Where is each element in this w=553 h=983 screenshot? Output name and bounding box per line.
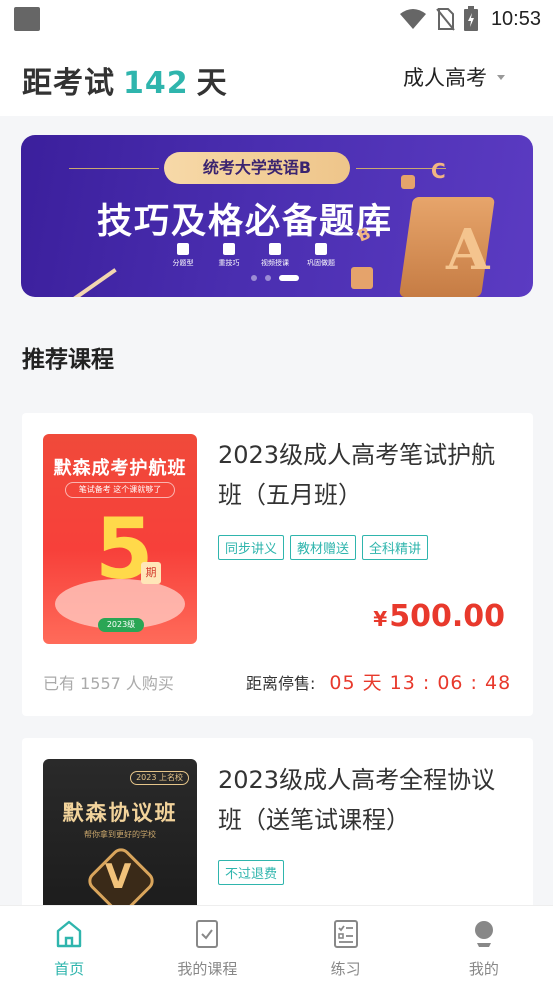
- clock: 10:53: [490, 7, 541, 30]
- feature-item: 巩固做题: [307, 243, 335, 268]
- course-tag: 不过退费: [218, 860, 285, 885]
- section-title: 推荐课程: [22, 347, 114, 373]
- pen-illustration: [65, 268, 117, 297]
- dropdown-arrow-icon: [497, 74, 505, 80]
- battery-icon: [463, 6, 478, 31]
- cover-subtitle: 笔试备考 这个课就够了: [65, 482, 175, 498]
- no-sim-icon: [436, 8, 455, 31]
- status-bar: 10:53: [0, 0, 553, 38]
- header: 距考试 142 天 成人高考: [0, 38, 553, 116]
- currency-symbol: ¥: [373, 607, 388, 631]
- sale-countdown: 距离停售: 05 天 13 : 06 : 48: [246, 668, 511, 695]
- cover-badge: 期: [141, 562, 161, 584]
- price-value: 500.00: [389, 599, 505, 634]
- check-v-icon: V: [105, 857, 132, 897]
- sale-end-label: 距离停售:: [246, 674, 316, 693]
- course-price: ¥500.00: [373, 599, 505, 634]
- course-title[interactable]: 2023级成人高考全程协议班（送笔试课程）: [218, 760, 508, 840]
- notification-icon: [14, 7, 40, 31]
- profile-icon: [469, 918, 499, 950]
- exam-type-label: 成人高考: [403, 66, 487, 90]
- image-icon: [223, 243, 235, 255]
- banner-features: 分题型 重技巧 视频授课 巩固做题: [169, 243, 335, 268]
- banner-pill: 统考大学英语B: [164, 152, 350, 184]
- tab-home[interactable]: 首页: [0, 906, 138, 983]
- course-tags: 不过退费: [218, 860, 285, 885]
- practice-list-icon: [331, 918, 361, 950]
- feature-label: 巩固做题: [307, 259, 335, 267]
- tab-label: 首页: [54, 960, 85, 978]
- cover-tag: 2023 上名校: [130, 771, 189, 785]
- home-icon: [54, 918, 84, 950]
- feature-label: 分题型: [172, 259, 194, 267]
- course-title[interactable]: 2023级成人高考笔试护航班（五月班）: [218, 435, 508, 515]
- countdown-suffix: 天: [196, 66, 228, 101]
- feature-label: 视频授课: [261, 259, 289, 267]
- video-icon: [269, 243, 281, 255]
- course-tag: 同步讲义: [218, 535, 285, 560]
- tools-icon: [177, 243, 189, 255]
- cube-illustration: [351, 267, 373, 289]
- exam-countdown: 距考试 142 天: [22, 58, 228, 102]
- letter-c-illustration: C: [431, 159, 446, 183]
- course-book-icon: [192, 918, 222, 950]
- cover-title: 默森成考护航班: [53, 458, 187, 479]
- carousel-dot-active[interactable]: [279, 275, 299, 281]
- course-tags: 同步讲义 教材赠送 全科精讲: [218, 535, 429, 560]
- sale-timer: 05 天 13 : 06 : 48: [329, 672, 512, 694]
- feature-item: 分题型: [169, 243, 197, 268]
- tab-profile[interactable]: 我的: [415, 906, 553, 983]
- tab-label: 练习: [330, 960, 361, 978]
- cover-title: 默森协议班: [62, 801, 178, 825]
- letter-a-illustration: A: [446, 217, 490, 283]
- tab-label: 我的: [468, 960, 499, 978]
- course-cover-image: 默森成考护航班 笔试备考 这个课就够了 5 期 2023级: [43, 434, 197, 644]
- banner-divider-left: [69, 168, 159, 169]
- course-tag: 全科精讲: [362, 535, 429, 560]
- feature-label: 重技巧: [218, 259, 240, 267]
- tab-my-courses[interactable]: 我的课程: [138, 906, 276, 983]
- cube-illustration: [401, 175, 415, 189]
- banner-title: 技巧及格必备题库: [97, 202, 394, 242]
- carousel-dot[interactable]: [265, 275, 271, 281]
- feature-item: 视频授课: [261, 243, 289, 268]
- countdown-prefix: 距考试: [22, 66, 115, 101]
- tab-practice[interactable]: 练习: [277, 906, 415, 983]
- promo-banner[interactable]: 统考大学英语B 技巧及格必备题库 分题型 重技巧 视频授课 巩固做题 C B A: [21, 135, 533, 297]
- course-card[interactable]: 默森成考护航班 笔试备考 这个课就够了 5 期 2023级 2023级成人高考笔…: [22, 413, 533, 716]
- practice-icon: [315, 243, 327, 255]
- exam-type-selector[interactable]: 成人高考: [403, 62, 505, 92]
- bottom-tab-bar: 首页 我的课程 练习 我的: [0, 905, 553, 983]
- tab-label: 我的课程: [177, 960, 238, 978]
- cover-year-tag: 2023级: [98, 618, 144, 632]
- wifi-icon: [399, 9, 426, 29]
- countdown-days: 142: [123, 66, 189, 101]
- cover-subtitle: 帮你拿到更好的学校: [84, 830, 156, 839]
- carousel-dot[interactable]: [251, 275, 257, 281]
- carousel-indicator[interactable]: [251, 275, 299, 281]
- course-tag: 教材赠送: [290, 535, 357, 560]
- status-icons: 10:53: [399, 6, 541, 32]
- feature-item: 重技巧: [215, 243, 243, 268]
- buyer-count: 已有 1557 人购买: [43, 674, 174, 693]
